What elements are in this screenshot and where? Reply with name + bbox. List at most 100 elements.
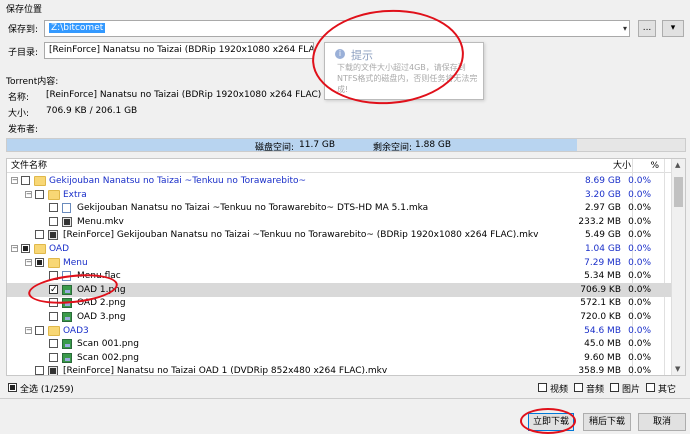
row-size: 8.69 GB (584, 176, 621, 186)
row-size: 720.0 KB (580, 312, 621, 322)
row-size: 572.1 KB (580, 298, 621, 309)
size-label: 大小: (8, 109, 30, 119)
folder-icon (48, 257, 60, 268)
row-name: [ReinForce] Nanatsu no Taizai OAD 1 (DVD… (63, 366, 388, 376)
folder-row[interactable]: − Menu 7.29 MB 0.0% (7, 256, 673, 270)
file-row[interactable]: [ReinForce] Nanatsu no Taizai OAD 1 (DVD… (7, 364, 673, 376)
publisher-label: 发布者: (8, 125, 39, 135)
save-section-title: 保存位置 (6, 5, 43, 15)
row-pct: 0.0% (628, 325, 651, 336)
scrollbar-thumb[interactable] (674, 177, 683, 207)
image-file-icon (62, 352, 72, 363)
row-size: 358.9 MB (578, 366, 621, 376)
row-checkbox[interactable] (49, 203, 58, 213)
row-checkbox[interactable] (49, 352, 58, 362)
row-name: Menu (63, 257, 88, 268)
row-checkbox[interactable] (49, 216, 58, 226)
file-row[interactable]: [ReinForce] Gekijouban Nanatsu no Taizai… (7, 228, 673, 242)
filter-other-checkbox[interactable] (646, 383, 655, 392)
row-name: OAD (49, 244, 70, 254)
collapse-toggle-icon[interactable]: − (11, 177, 18, 184)
folder-row[interactable]: − Extra 3.20 GB 0.0% (7, 188, 673, 202)
collapse-toggle-icon[interactable]: − (11, 245, 18, 252)
row-pct: 0.0% (628, 230, 651, 241)
disk-space-value: 11.7 GB (299, 140, 336, 150)
torrent-name: [ReinForce] Nanatsu no Taizai (BDRip 192… (46, 90, 322, 100)
row-checkbox[interactable] (49, 312, 58, 321)
scroll-down-icon[interactable]: ▼ (675, 365, 680, 373)
cancel-button[interactable]: 取消 (638, 413, 686, 431)
file-tree[interactable]: 文件名称 大小 % − Gekijouban Nanatsu no Taizai … (6, 158, 686, 376)
browse-button[interactable]: ... (638, 20, 656, 37)
row-size: 706.9 KB (580, 284, 621, 295)
subdir-input[interactable]: [ReinForce] Nanatsu no Taizai (BDRip 192… (44, 42, 314, 59)
footer-divider (0, 398, 690, 399)
row-pct: 0.0% (628, 352, 651, 363)
name-label: 名称: (8, 93, 30, 103)
filter-image-checkbox[interactable] (610, 383, 619, 392)
row-size: 233.2 MB (578, 216, 621, 227)
row-size: 7.29 MB (584, 257, 621, 268)
row-name: OAD3 (63, 325, 89, 336)
column-size-header[interactable]: 大小 (613, 159, 631, 173)
row-checkbox[interactable] (35, 189, 44, 199)
folder-row[interactable]: − OAD 1.04 GB 0.0% (7, 242, 673, 256)
row-checkbox[interactable] (21, 244, 30, 253)
filter-video-label: 视频 (550, 385, 569, 395)
save-path-value: Z:\bitcomet (49, 23, 106, 33)
file-row[interactable]: OAD 3.png 720.0 KB 0.0% (7, 310, 673, 324)
filter-video-checkbox[interactable] (538, 383, 547, 392)
row-name: Extra (63, 189, 87, 200)
row-size: 9.60 MB (584, 352, 621, 363)
document-file-icon (62, 203, 71, 214)
row-checkbox[interactable] (35, 325, 44, 335)
row-checkbox[interactable] (21, 176, 30, 185)
folder-row[interactable]: − OAD3 54.6 MB 0.0% (7, 324, 673, 338)
column-name-header[interactable]: 文件名称 (11, 159, 47, 173)
filter-audio-label: 音频 (586, 385, 605, 395)
row-checkbox[interactable] (35, 257, 44, 267)
file-row[interactable]: Gekijouban Nanatsu no Taizai ~Tenkuu no … (7, 201, 673, 215)
collapse-toggle-icon[interactable]: − (25, 190, 32, 198)
row-checkbox[interactable] (35, 366, 44, 375)
free-space-value: 1.88 GB (415, 140, 452, 150)
torrent-section-title: Torrent内容: (6, 77, 59, 87)
collapse-toggle-icon[interactable]: − (25, 326, 32, 334)
file-row[interactable]: OAD 2.png 572.1 KB 0.0% (7, 296, 673, 310)
vertical-scrollbar[interactable]: ▲ ▼ (671, 159, 685, 375)
row-size: 2.97 GB (584, 203, 621, 214)
select-all-checkbox[interactable] (8, 383, 17, 392)
row-name: OAD 3.png (77, 312, 126, 322)
filter-audio-checkbox[interactable] (574, 383, 583, 392)
row-name: Gekijouban Nanatsu no Taizai ~Tenkuu no … (77, 203, 429, 214)
chevron-down-icon[interactable]: ▾ (623, 21, 627, 36)
scroll-up-icon[interactable]: ▲ (675, 161, 680, 169)
subdir-label: 子目录: (8, 48, 39, 58)
file-row[interactable]: Menu.mkv 233.2 MB 0.0% (7, 215, 673, 229)
column-pct-header[interactable]: % (650, 159, 659, 173)
folder-icon (48, 325, 60, 336)
filter-other-label: 其它 (658, 385, 677, 395)
history-dropdown-button[interactable]: ▾ (662, 20, 684, 37)
image-file-icon (62, 339, 72, 350)
collapse-toggle-icon[interactable]: − (25, 258, 32, 266)
free-space-label: 剩余空间: (373, 143, 413, 153)
folder-icon (34, 176, 46, 186)
file-row[interactable]: Scan 001.png 45.0 MB 0.0% (7, 337, 673, 351)
torrent-size: 706.9 KB / 206.1 GB (46, 106, 138, 116)
disk-space-bar: 磁盘空间: 11.7 GB 剩余空间: 1.88 GB (6, 138, 686, 153)
row-pct: 0.0% (628, 298, 651, 309)
disk-space-label: 磁盘空间: (255, 143, 295, 153)
download-later-button[interactable]: 稍后下载 (583, 413, 631, 431)
row-checkbox[interactable] (49, 339, 58, 349)
row-pct: 0.0% (628, 257, 651, 268)
file-row[interactable]: Scan 002.png 9.60 MB 0.0% (7, 351, 673, 365)
save-to-label: 保存到: (8, 25, 39, 35)
row-pct: 0.0% (628, 244, 651, 254)
folder-icon (48, 189, 60, 200)
row-pct: 0.0% (628, 312, 651, 322)
folder-row[interactable]: − Gekijouban Nanatsu no Taizai ~Tenkuu no… (7, 174, 673, 188)
row-size: 5.49 GB (584, 230, 621, 241)
row-pct: 0.0% (628, 339, 651, 350)
row-checkbox[interactable] (35, 230, 44, 240)
